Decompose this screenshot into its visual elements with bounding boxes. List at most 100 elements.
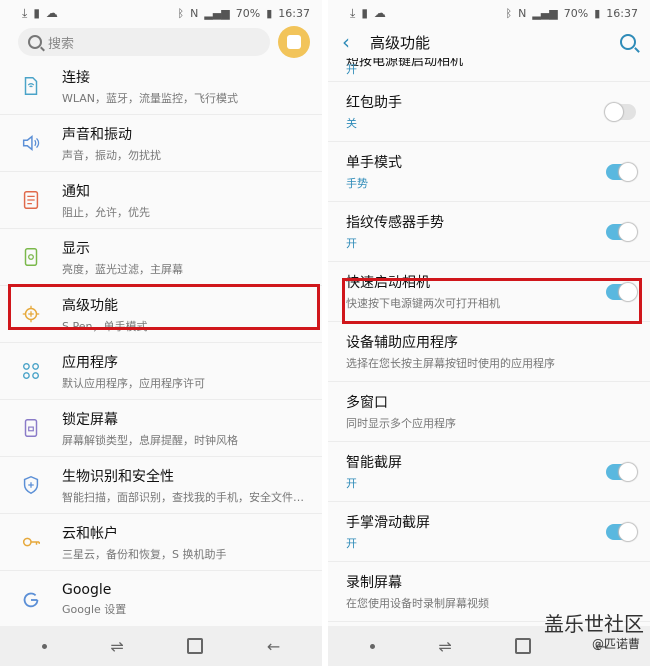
advanced-item-subtitle: 关 xyxy=(346,117,357,130)
settings-item-title: Google xyxy=(62,582,112,598)
download-icon: ⤓ xyxy=(350,5,356,20)
highlight-box-quick-camera xyxy=(342,278,642,324)
advanced-item-text: 录制屏幕 在您使用设备时录制屏幕视频 xyxy=(346,572,636,611)
toggle-switch[interactable] xyxy=(606,162,637,181)
advanced-item-text: 设备辅助应用程序选择在您长按主屏幕按钮时使用的应用程序 xyxy=(346,332,636,371)
advanced-item-title: 红包助手 xyxy=(346,95,402,111)
bluetooth-icon: ᛒ xyxy=(505,6,513,20)
advanced-item-4[interactable]: 设备辅助应用程序选择在您长按主屏幕按钮时使用的应用程序 xyxy=(328,322,650,382)
search-input[interactable]: 搜索 xyxy=(18,28,270,56)
apps-icon xyxy=(0,360,62,382)
advanced-item-1[interactable]: 单手模式 手势 xyxy=(328,142,650,202)
settings-item-title: 锁定屏幕 xyxy=(62,411,118,428)
settings-item-title: 云和帐户 xyxy=(62,525,118,542)
settings-item-7[interactable]: 生物识别和安全性 智能扫描，面部识别，查找我的手机，安全文件… xyxy=(0,457,322,514)
recents-icon[interactable]: ⇌ xyxy=(438,637,451,656)
settings-item-text: 云和帐户三星云，备份和恢复，S 换机助手 xyxy=(62,523,322,562)
settings-screen: ⤓ ▮ ☁ ᛒ N ▂▄▆ 70% ▮ 16:37 搜索 连接 WLAN，蓝牙，流… xyxy=(0,0,322,666)
google-icon xyxy=(0,589,62,611)
lock-icon xyxy=(0,417,62,439)
settings-item-subtitle: 智能扫描，面部识别，查找我的手机，安全文件… xyxy=(62,490,304,504)
speaker-icon xyxy=(0,132,62,154)
settings-item-text: 显示 亮度，蓝光过滤，主屏幕 xyxy=(62,238,322,277)
list-item-partial[interactable]: 短按电源键启动相机 开 xyxy=(328,58,650,82)
home-icon[interactable] xyxy=(187,638,204,654)
advanced-item-2[interactable]: 指纹传感器手势开 xyxy=(328,202,650,262)
advanced-item-text: 手掌滑动截屏开 xyxy=(346,512,606,551)
settings-item-text: Google Google 设置 xyxy=(62,582,322,617)
avatar-face-icon xyxy=(287,35,301,49)
advanced-item-subtitle: 手势 xyxy=(346,177,368,190)
advanced-item-0[interactable]: 红包助手关 xyxy=(328,82,650,142)
back-arrow-icon[interactable]: ‹ xyxy=(342,30,370,54)
advanced-item-text: 红包助手关 xyxy=(346,92,606,131)
settings-list: 连接 WLAN，蓝牙，流量监控，飞行模式 声音和振动 声音，振动，勿扰扰 通知 阻止，允许… xyxy=(0,58,322,628)
nfc-icon: N xyxy=(518,6,527,20)
cloud-icon: ☁ xyxy=(373,6,386,20)
download-icon: ⤓ xyxy=(22,5,28,20)
advanced-item-text: 单手模式 手势 xyxy=(346,152,606,191)
advanced-item-subtitle: 开 xyxy=(346,237,357,250)
settings-item-9[interactable]: Google Google 设置 xyxy=(0,571,322,628)
toggle-switch[interactable] xyxy=(606,522,637,541)
toggle-switch[interactable] xyxy=(605,102,636,121)
key-icon xyxy=(0,531,62,553)
settings-item-6[interactable]: 锁定屏幕 屏幕解锁类型，息屏提醒，时钟风格 xyxy=(0,400,322,457)
settings-item-text: 连接 WLAN，蓝牙，流量监控，飞行模式 xyxy=(62,67,322,106)
settings-item-subtitle: WLAN，蓝牙，流量监控，飞行模式 xyxy=(62,91,239,105)
settings-item-subtitle: 默认应用程序，应用程序许可 xyxy=(62,376,205,390)
settings-item-subtitle: 亮度，蓝光过滤，主屏幕 xyxy=(62,262,183,276)
toggle-knob xyxy=(619,462,637,481)
settings-item-text: 通知 阻止，允许，优先 xyxy=(62,181,322,220)
display-icon xyxy=(0,246,62,268)
search-placeholder: 搜索 xyxy=(48,36,75,52)
settings-item-subtitle: 三星云，备份和恢复，S 换机助手 xyxy=(62,547,227,561)
advanced-item-title: 设备辅助应用程序 xyxy=(346,335,458,351)
bluetooth-icon: ᛒ xyxy=(177,6,185,20)
advanced-item-subtitle: 同时显示多个应用程序 xyxy=(346,417,456,430)
battery-text: 70% xyxy=(563,6,589,20)
settings-item-1[interactable]: 声音和振动 声音，振动，勿扰扰 xyxy=(0,115,322,172)
settings-item-text: 声音和振动 声音，振动，勿扰扰 xyxy=(62,124,322,163)
settings-item-title: 通知 xyxy=(62,183,90,200)
battery-text: 70% xyxy=(235,6,261,20)
advanced-item-text: 智能截屏开 xyxy=(346,452,606,491)
nfc-icon: N xyxy=(190,6,199,20)
settings-item-title: 应用程序 xyxy=(62,354,118,371)
highlight-box-advanced xyxy=(8,284,320,330)
shield-icon xyxy=(0,474,62,496)
toggle-switch[interactable] xyxy=(606,222,637,241)
search-bar-row: 搜索 xyxy=(0,26,322,58)
recents-icon[interactable]: ⇌ xyxy=(110,637,123,656)
settings-item-0[interactable]: 连接 WLAN，蓝牙，流量监控，飞行模式 xyxy=(0,58,322,115)
battery-icon: ▮ xyxy=(266,6,273,20)
video-icon: ▮ xyxy=(361,6,368,20)
search-icon[interactable] xyxy=(620,34,636,50)
settings-item-3[interactable]: 显示 亮度，蓝光过滤，主屏幕 xyxy=(0,229,322,286)
advanced-item-5[interactable]: 多窗口 同时显示多个应用程序 xyxy=(328,382,650,442)
avatar[interactable] xyxy=(278,26,310,58)
nav-dot-icon[interactable] xyxy=(369,643,375,649)
search-icon xyxy=(28,35,42,49)
advanced-item-7[interactable]: 手掌滑动截屏开 xyxy=(328,502,650,562)
advanced-items: 红包助手关单手模式 手势 指纹传感器手势开快速启动相机 快速按下电源键两次可打开相机设… xyxy=(328,82,650,622)
settings-item-subtitle: Google 设置 xyxy=(62,603,127,616)
advanced-item-6[interactable]: 智能截屏开 xyxy=(328,442,650,502)
advanced-item-subtitle: 选择在您长按主屏幕按钮时使用的应用程序 xyxy=(346,357,555,370)
app-bar: ‹ 高级功能 xyxy=(328,26,650,58)
back-icon[interactable]: ← xyxy=(267,637,280,656)
advanced-item-text: 多窗口 同时显示多个应用程序 xyxy=(346,392,636,431)
settings-item-2[interactable]: 通知 阻止，允许，优先 xyxy=(0,172,322,229)
clock: 16:37 xyxy=(606,6,638,20)
home-icon[interactable] xyxy=(515,638,532,654)
advanced-item-subtitle: 开 xyxy=(346,537,357,550)
notification-icon xyxy=(0,189,62,211)
settings-item-5[interactable]: 应用程序默认应用程序，应用程序许可 xyxy=(0,343,322,400)
settings-item-8[interactable]: 云和帐户三星云，备份和恢复，S 换机助手 xyxy=(0,514,322,571)
nav-dot-icon[interactable] xyxy=(41,643,47,649)
advanced-item-text: 指纹传感器手势开 xyxy=(346,212,606,251)
advanced-item-title: 智能截屏 xyxy=(346,455,402,471)
cloud-icon: ☁ xyxy=(45,6,58,20)
toggle-switch[interactable] xyxy=(606,462,637,481)
settings-item-title: 声音和振动 xyxy=(62,126,132,143)
